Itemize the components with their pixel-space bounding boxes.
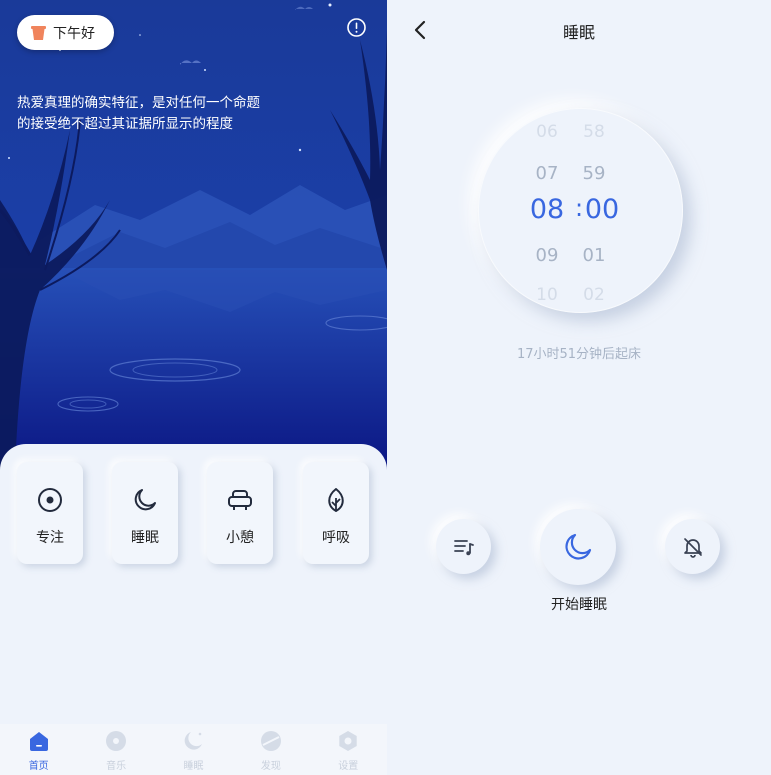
page-title: 睡眠: [562, 23, 595, 42]
tab-home[interactable]: 首页: [9, 724, 69, 775]
leaf-icon: [328, 488, 344, 512]
bell-off-icon: [683, 537, 702, 558]
feature-card-focus[interactable]: 专注: [17, 462, 83, 564]
sleep-screen: 睡眠 06 07 08 09 10 : 58 59 00 01 02 17小时5…: [387, 0, 771, 775]
tab-sleep[interactable]: 睡眠: [163, 724, 223, 775]
music-disc-icon: [106, 731, 127, 751]
feature-label: 专注: [36, 530, 64, 546]
flower-pot-icon: [31, 25, 46, 40]
tab-discover[interactable]: 发现: [241, 724, 301, 775]
moon-icon: [134, 489, 156, 511]
settings-icon: [339, 731, 357, 751]
tab-label: 睡眠: [183, 761, 204, 772]
feature-card-breath[interactable]: 呼吸: [303, 462, 369, 564]
info-icon[interactable]: [346, 17, 367, 38]
tab-settings[interactable]: 设置: [318, 724, 378, 775]
tab-label: 发现: [260, 761, 281, 772]
minute-option[interactable]: 59: [574, 163, 614, 184]
home-screen: 下午好 热爱真理的确实特征，是对任何一个命题的接受绝不超过其证据所显示的程度 专…: [0, 0, 387, 775]
night-landscape-illustration: [0, 0, 387, 470]
tab-label: 音乐: [106, 761, 127, 772]
night-landscape-banner: [0, 0, 387, 470]
minute-option[interactable]: 02: [574, 285, 614, 305]
tab-label: 设置: [338, 761, 359, 772]
selected-minute[interactable]: 00: [578, 194, 626, 225]
planet-icon: [260, 731, 281, 751]
playlist-music-icon: [453, 539, 474, 555]
tab-music[interactable]: 音乐: [86, 724, 146, 775]
tab-label: 首页: [28, 761, 49, 772]
feature-card-sleep[interactable]: 睡眠: [112, 462, 178, 564]
greeting-text: 下午好: [53, 25, 95, 42]
armchair-icon: [228, 490, 252, 510]
moon-stars-icon: [185, 732, 203, 750]
sleep-sounds-button[interactable]: [436, 519, 491, 574]
hour-option[interactable]: 09: [527, 245, 567, 266]
hour-option[interactable]: 06: [527, 122, 567, 142]
home-icon: [29, 732, 48, 751]
minute-option[interactable]: 58: [574, 122, 614, 142]
start-sleep-button[interactable]: [540, 509, 616, 585]
target-icon: [38, 488, 62, 512]
wake-time-picker[interactable]: 06 07 08 09 10 : 58 59 00 01 02: [478, 108, 683, 313]
feature-card-nap[interactable]: 小憩: [207, 462, 273, 564]
start-sleep-label: 开始睡眠: [551, 597, 607, 613]
daily-quote: 热爱真理的确实特征，是对任何一个命题的接受绝不超过其证据所显示的程度: [17, 95, 260, 132]
hour-option[interactable]: 10: [527, 285, 567, 305]
hour-option[interactable]: 07: [527, 163, 567, 184]
greeting-badge[interactable]: 下午好: [17, 15, 114, 50]
selected-hour[interactable]: 08: [523, 194, 571, 225]
time-until-wake: 17小时51分钟后起床: [516, 347, 642, 362]
feature-label: 小憩: [226, 530, 254, 546]
feature-label: 呼吸: [322, 530, 350, 546]
bottom-tab-bar: 首页 音乐 睡眠 发现 设置: [0, 724, 387, 775]
feature-label: 睡眠: [131, 530, 159, 546]
alarm-off-button[interactable]: [665, 519, 720, 574]
moon-icon: [565, 533, 592, 560]
minute-option[interactable]: 01: [574, 245, 614, 266]
